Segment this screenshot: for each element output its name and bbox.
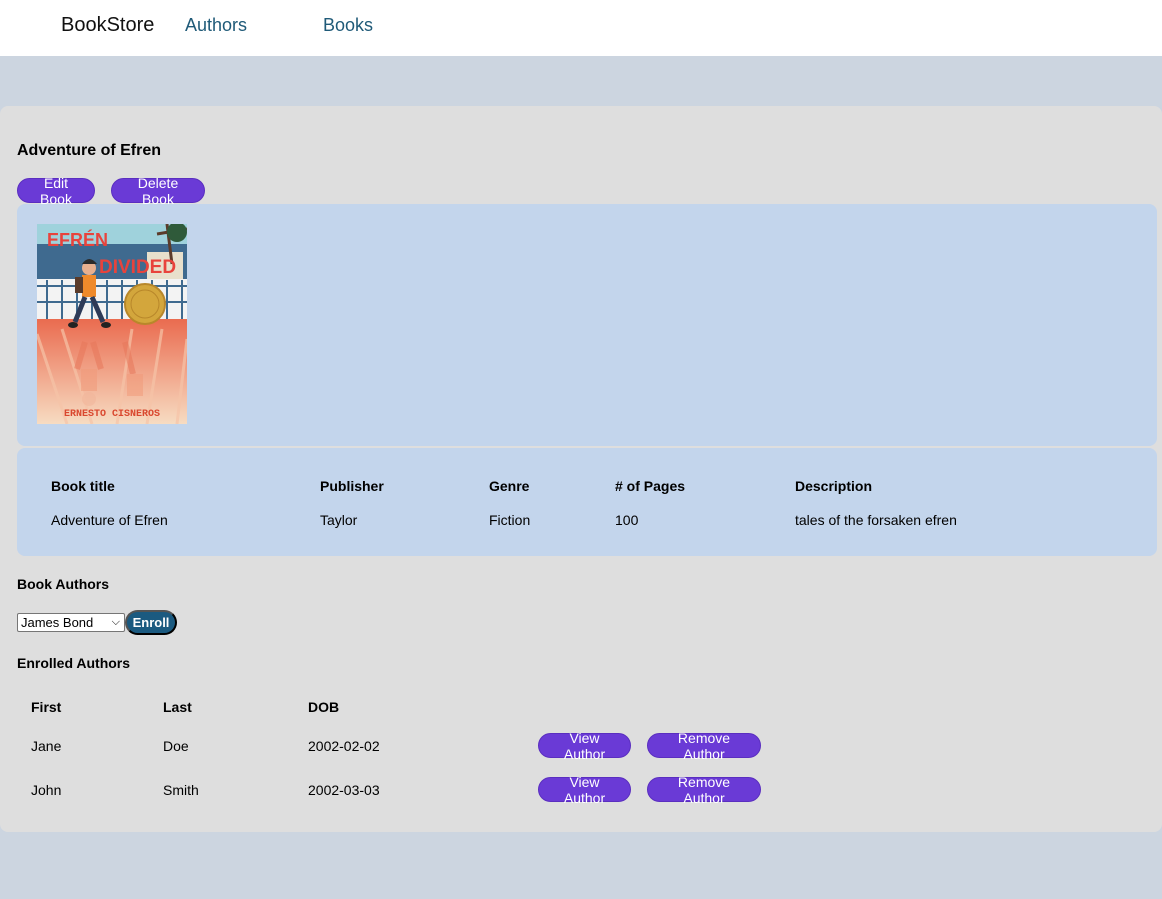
author-first: Jane [31,738,62,754]
header-last: Last [163,699,192,715]
header-description: Description [795,478,873,494]
svg-text:EFRÉN: EFRÉN [47,229,108,250]
enroll-button[interactable]: Enroll [125,610,177,635]
author-dob: 2002-02-02 [308,738,380,754]
brand-logo-text[interactable]: BookStore [61,14,154,37]
book-detail-card: Adventure of Efren Edit Book Delete Book [0,106,1162,832]
nav-link-authors[interactable]: Authors [185,15,247,36]
view-author-button[interactable]: View Author [538,774,631,806]
header-dob: DOB [308,699,340,715]
book-cover-image: EFRÉN DIVIDED ERNESTO CISNEROS [37,224,187,424]
enrolled-authors-heading: Enrolled Authors [17,655,131,671]
value-book-title: Adventure of Efren [51,512,168,528]
header-first: First [31,699,62,715]
chevron-down-icon: ⌵ [111,616,120,628]
delete-book-button[interactable]: Delete Book [111,175,205,207]
edit-book-button[interactable]: Edit Book [17,175,95,207]
remove-author-button[interactable]: Remove Author [647,730,761,762]
header-pages: # of Pages [615,478,686,494]
svg-text:DIVIDED: DIVIDED [99,257,176,278]
value-genre: Fiction [489,512,531,528]
author-first: John [31,782,62,798]
author-dob: 2002-03-03 [308,782,380,798]
book-authors-heading: Book Authors [17,576,110,592]
value-pages: 100 [615,512,639,528]
header-publisher: Publisher [320,478,384,494]
header-genre: Genre [489,478,530,494]
nav-link-books[interactable]: Books [323,15,373,36]
view-author-button[interactable]: View Author [538,730,631,762]
svg-text:ERNESTO CISNEROS: ERNESTO CISNEROS [64,409,160,420]
value-publisher: Taylor [320,512,358,528]
navbar: BookStore Authors Books [0,0,1162,56]
author-last: Smith [163,782,199,798]
author-last: Doe [163,738,189,754]
book-cover-illustration: EFRÉN DIVIDED ERNESTO CISNEROS [37,224,187,424]
value-description: tales of the forsaken efren [795,512,957,528]
book-details-table: Book title Publisher Genre # of Pages De… [17,448,1157,556]
header-book-title: Book title [51,478,115,494]
author-select[interactable]: James Bond ⌵ [17,613,125,632]
author-select-value: James Bond [21,615,94,630]
book-image-panel: EFRÉN DIVIDED ERNESTO CISNEROS [17,204,1157,446]
remove-author-button[interactable]: Remove Author [647,774,761,806]
page-title: Adventure of Efren [17,142,162,159]
